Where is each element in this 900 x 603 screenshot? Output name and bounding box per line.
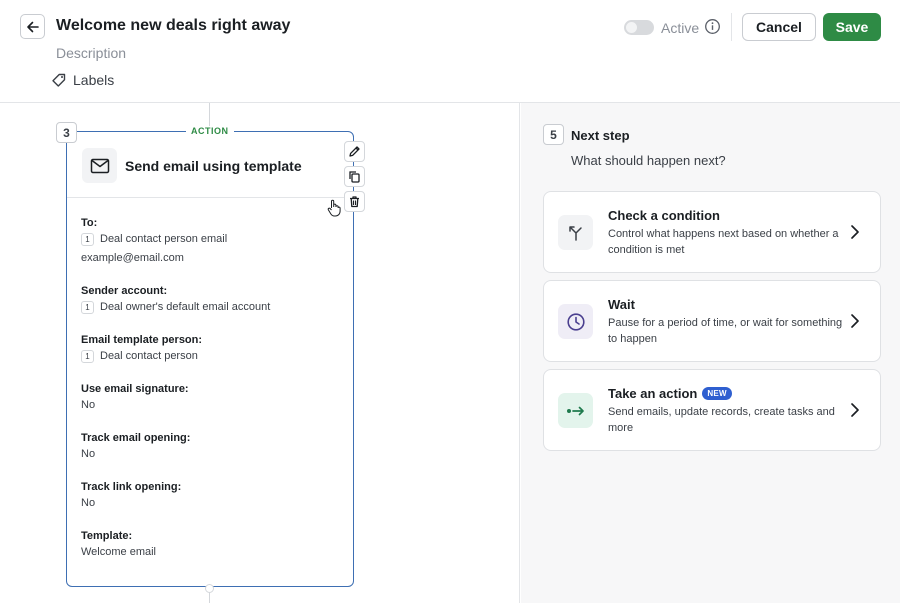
option-title-text: Wait	[608, 297, 635, 312]
chevron-right-icon	[851, 403, 859, 417]
edit-step-button[interactable]	[344, 141, 365, 162]
labels-button[interactable]: Labels	[52, 72, 114, 88]
next-step-panel: 5 Next step What should happen next? Che…	[521, 103, 900, 603]
action-badge: ACTION	[186, 126, 234, 137]
option-title: Check a condition	[608, 208, 720, 223]
step-title: Send email using template	[125, 158, 302, 174]
next-step-title: Next step	[571, 128, 630, 143]
delete-step-button[interactable]	[344, 191, 365, 212]
option-title-text: Check a condition	[608, 208, 720, 223]
trash-icon	[350, 196, 359, 208]
placeholder-chip: 1	[81, 350, 94, 363]
field-label: Email template person:	[81, 334, 203, 346]
field-value-text: Deal owner's default email account	[100, 301, 271, 313]
field-value: 1 Deal owner's default email account	[81, 298, 341, 317]
field-label: Sender account:	[81, 285, 168, 297]
back-button[interactable]	[20, 14, 45, 39]
step-field: Sender account: 1 Deal owner's default ema…	[81, 284, 341, 317]
clock-icon	[558, 304, 593, 339]
labels-label: Labels	[73, 72, 115, 88]
option-title: Wait	[608, 297, 635, 312]
pencil-icon	[349, 146, 360, 157]
field-value-text: Deal contact person	[100, 350, 198, 362]
field-value: example@email.com	[81, 249, 341, 268]
option-title-text: Take an action	[608, 386, 698, 401]
next-step-subtitle: What should happen next?	[571, 153, 726, 168]
field-value-text: Deal contact person email	[100, 233, 228, 245]
option-description: Pause for a period of time, or wait for …	[608, 317, 843, 345]
chevron-right-icon	[851, 225, 859, 239]
header-divider	[731, 13, 732, 41]
action-step-card[interactable]: Send email using template To: 1 Deal conta…	[66, 131, 354, 587]
field-value: 1 Deal contact person	[81, 347, 341, 366]
field-value-text: No	[81, 448, 96, 460]
option-description: Control what happens next based on wheth…	[608, 228, 839, 256]
field-label: Track email opening:	[81, 432, 191, 444]
active-toggle[interactable]	[624, 20, 654, 35]
field-value-text: No	[81, 497, 96, 509]
hand-cursor-icon	[327, 199, 341, 217]
field-label: Track link opening:	[81, 481, 182, 493]
field-value-text: Welcome email	[81, 546, 156, 558]
step-fields: To: 1 Deal contact person email example@ema…	[81, 216, 341, 578]
option-take-action[interactable]: Take an action NEW Send emails, update r…	[543, 369, 881, 451]
add-step-connector[interactable]	[205, 584, 214, 593]
step-card-header: Send email using template	[67, 132, 353, 198]
description-field[interactable]: Description	[56, 45, 126, 61]
duplicate-step-button[interactable]	[344, 166, 365, 187]
field-value-text: No	[81, 399, 96, 411]
envelope-icon	[82, 148, 117, 183]
workflow-canvas[interactable]: Send email using template To: 1 Deal conta…	[0, 103, 520, 603]
header-bar: Welcome new deals right away Description…	[0, 0, 900, 103]
step-field: Track email opening: No	[81, 431, 341, 464]
placeholder-chip: 1	[81, 233, 94, 246]
field-value-text: example@email.com	[81, 252, 184, 264]
step-number: 3	[56, 122, 77, 143]
field-value: No	[81, 494, 341, 513]
step-field: To: 1 Deal contact person email example@ema…	[81, 216, 341, 268]
option-wait[interactable]: Wait Pause for a period of time, or wait…	[543, 280, 881, 362]
info-icon[interactable]	[704, 18, 721, 35]
option-check-condition[interactable]: Check a condition Control what happens n…	[543, 191, 881, 273]
field-label: To:	[81, 217, 98, 229]
field-value: 1 Deal contact person email	[81, 230, 341, 249]
placeholder-chip: 1	[81, 301, 94, 314]
cancel-button[interactable]: Cancel	[742, 13, 816, 41]
tag-icon	[52, 73, 66, 87]
next-step-number: 5	[543, 124, 564, 145]
active-label: Active	[661, 20, 700, 36]
chevron-right-icon	[851, 314, 859, 328]
option-title: Take an action NEW	[608, 386, 732, 401]
copy-icon	[349, 171, 360, 183]
step-field: Email template person: 1 Deal contact pers…	[81, 333, 341, 366]
field-value: No	[81, 396, 341, 415]
branch-icon	[558, 215, 593, 250]
field-label: Use email signature:	[81, 383, 189, 395]
option-description: Send emails, update records, create task…	[608, 406, 835, 434]
automation-title[interactable]: Welcome new deals right away	[56, 17, 290, 35]
new-badge: NEW	[702, 387, 732, 400]
arrow-left-icon	[26, 21, 39, 32]
step-field: Use email signature: No	[81, 382, 341, 415]
action-arrow-icon	[558, 393, 593, 428]
field-value: Welcome email	[81, 543, 341, 562]
field-value: No	[81, 445, 341, 464]
save-button[interactable]: Save	[823, 13, 881, 41]
field-label: Template:	[81, 530, 133, 542]
step-field: Template: Welcome email	[81, 529, 341, 562]
step-field: Track link opening: No	[81, 480, 341, 513]
